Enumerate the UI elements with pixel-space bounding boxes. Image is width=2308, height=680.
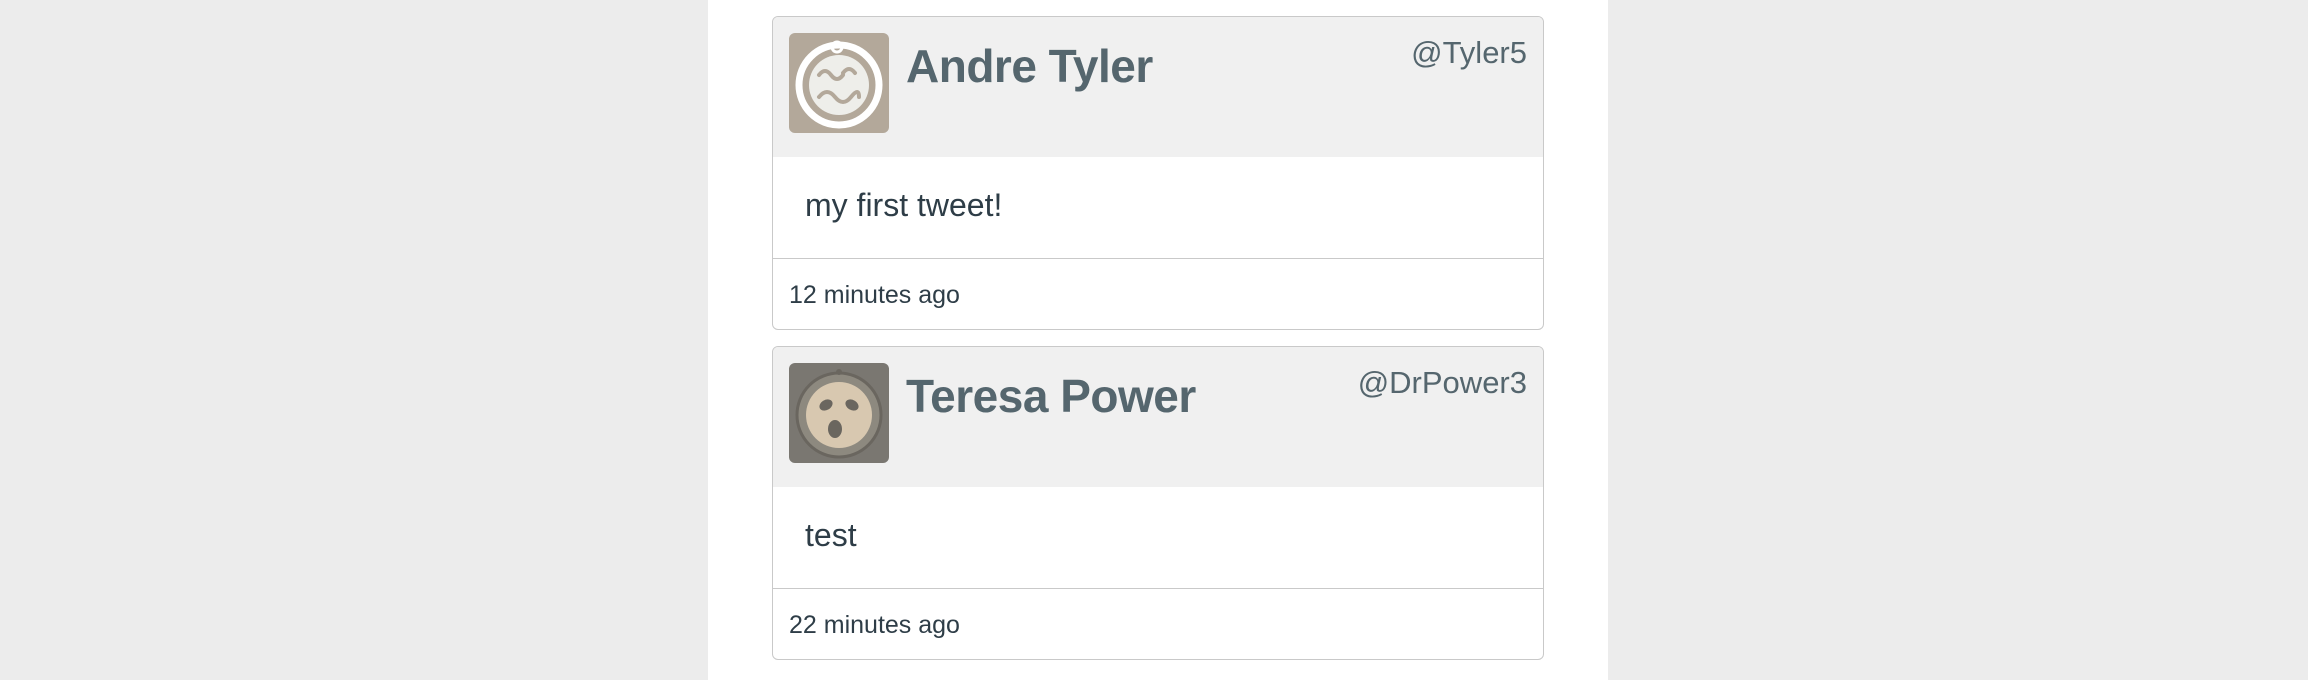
tweet-card[interactable]: Andre Tyler @Tyler5 my first tweet! 12 m… xyxy=(772,16,1544,330)
avatar[interactable] xyxy=(789,363,889,463)
page-content: Andre Tyler @Tyler5 my first tweet! 12 m… xyxy=(708,0,1608,680)
user-handle[interactable]: @DrPower3 xyxy=(1358,365,1527,401)
user-handle[interactable]: @Tyler5 xyxy=(1411,35,1527,71)
surprised-face-icon xyxy=(789,363,889,463)
user-name[interactable]: Teresa Power xyxy=(906,369,1196,423)
tweet-feed: Andre Tyler @Tyler5 my first tweet! 12 m… xyxy=(772,16,1544,676)
user-name[interactable]: Andre Tyler xyxy=(906,39,1153,93)
avatar[interactable] xyxy=(789,33,889,133)
tweet-timestamp: 22 minutes ago xyxy=(789,611,960,639)
tweet-timestamp: 12 minutes ago xyxy=(789,281,960,309)
tweet-text: my first tweet! xyxy=(773,157,1543,259)
tweet-card[interactable]: Teresa Power @DrPower3 test 22 minutes a… xyxy=(772,346,1544,660)
tweet-header: Andre Tyler @Tyler5 xyxy=(773,17,1543,157)
tweet-text: test xyxy=(773,487,1543,589)
swirl-face-icon xyxy=(789,33,889,133)
tweet-header: Teresa Power @DrPower3 xyxy=(773,347,1543,487)
